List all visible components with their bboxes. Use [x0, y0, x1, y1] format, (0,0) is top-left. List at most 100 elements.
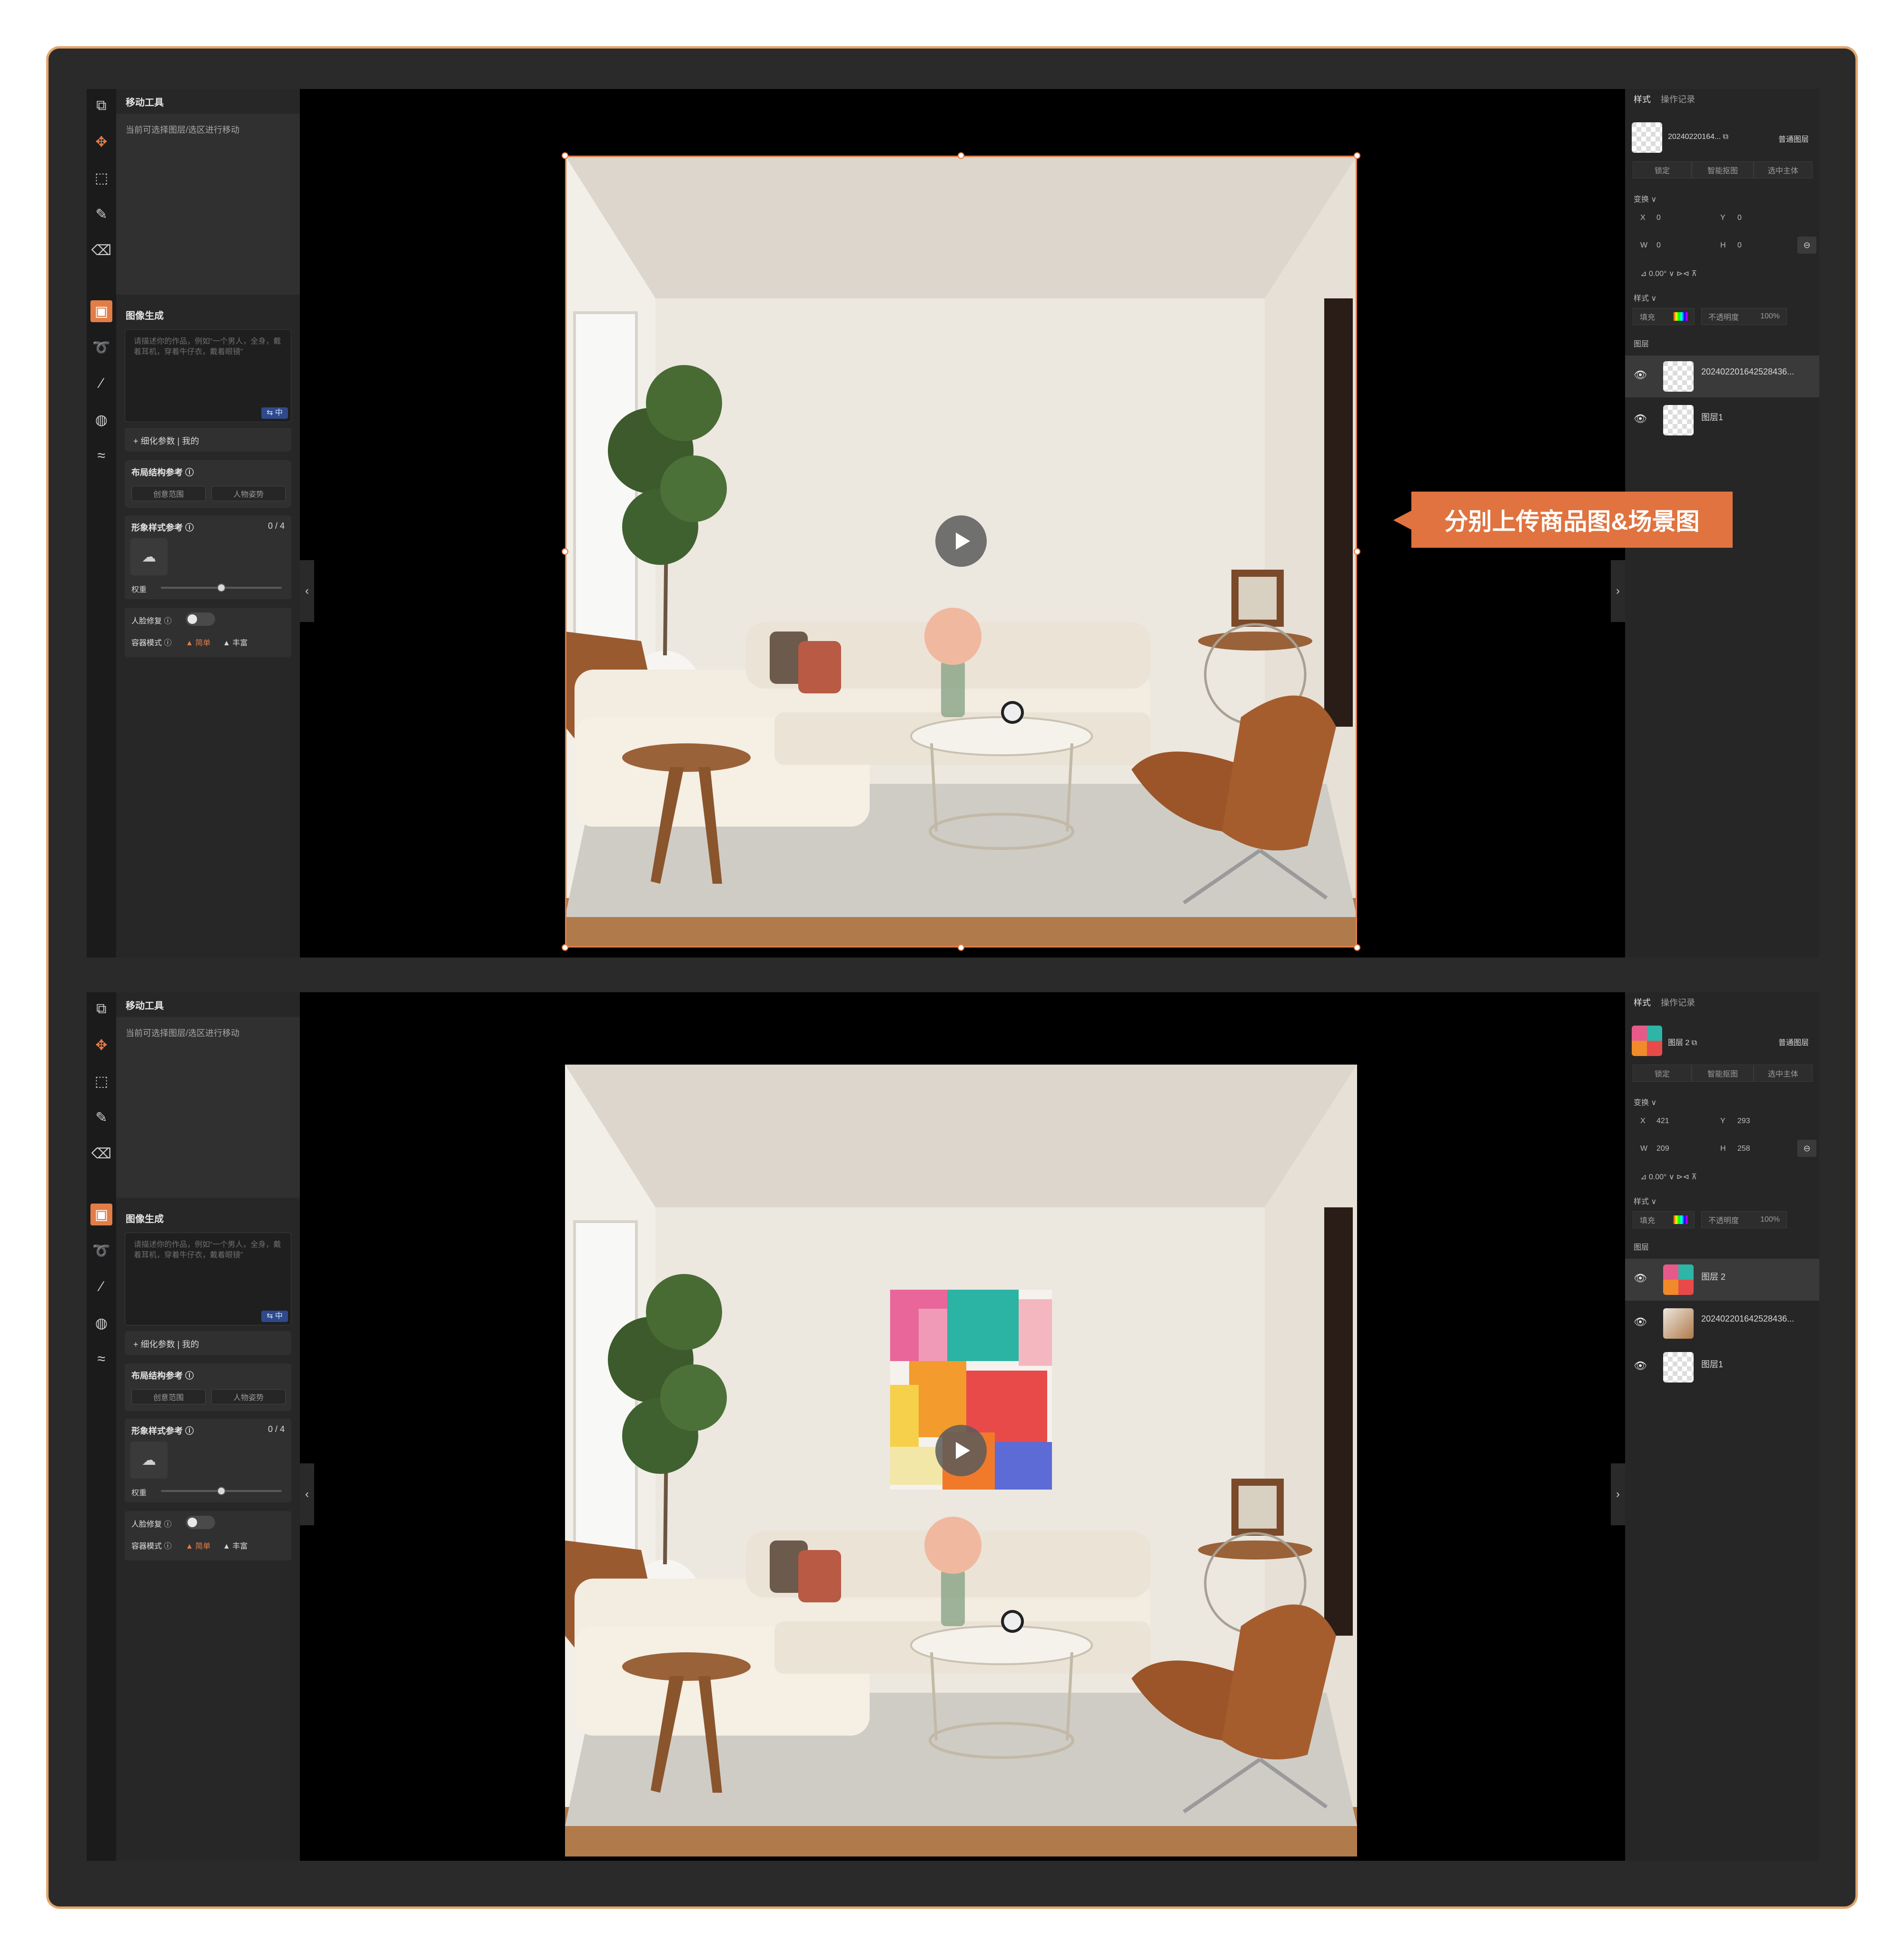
transform-label[interactable]: 变换 ∨	[1634, 193, 1656, 204]
collapse-left-icon[interactable]: ‹	[300, 560, 314, 622]
wave-icon[interactable]: ≈	[90, 1348, 112, 1370]
opacity-field[interactable]: 不透明度 100%	[1701, 1211, 1787, 1228]
smart-cutout-button[interactable]: 智能抠图	[1692, 161, 1754, 178]
face-fix-toggle[interactable]	[186, 1516, 215, 1529]
collapse-left-icon[interactable]: ‹	[300, 1463, 314, 1525]
blend-select[interactable]: 填充	[1633, 1211, 1695, 1228]
quality-option-simple[interactable]: ▲ 简单	[186, 636, 210, 648]
resize-handle[interactable]	[562, 152, 568, 159]
magic-wand-icon[interactable]: ⁄	[90, 373, 112, 395]
language-toggle[interactable]: ⇆ 中	[261, 1311, 288, 1322]
h-value[interactable]: 0	[1737, 241, 1742, 250]
quality-option-rich[interactable]: ▲ 丰富	[223, 1540, 248, 1551]
layer-name: 图层 2	[1701, 1272, 1726, 1282]
current-layer-name[interactable]: 图层 2 ⧉	[1668, 1036, 1697, 1047]
eye-icon[interactable]: 👁	[1634, 413, 1647, 425]
lock-button[interactable]: 锁定	[1633, 1065, 1692, 1082]
image-edit-icon[interactable]: ⧉	[90, 998, 112, 1020]
link-icon[interactable]: ⊖	[1797, 237, 1816, 254]
resize-handle[interactable]	[562, 548, 568, 555]
select-subject-button[interactable]: 选中主体	[1754, 161, 1813, 178]
y-value[interactable]: 0	[1737, 214, 1742, 222]
transform-label[interactable]: 变换 ∨	[1634, 1096, 1656, 1107]
resize-handle[interactable]	[958, 944, 964, 951]
opacity-label: 不透明度	[1708, 314, 1739, 322]
eye-icon[interactable]: 👁	[1634, 1360, 1647, 1372]
language-toggle[interactable]: ⇆ 中	[261, 407, 288, 419]
style-label[interactable]: 样式 ∨	[1634, 1195, 1656, 1206]
layout-option-creative[interactable]: 创意范围	[131, 1389, 206, 1404]
current-layer-name[interactable]: 20240220164... ⧉	[1668, 133, 1728, 141]
collapse-right-icon[interactable]: ›	[1611, 560, 1625, 622]
resize-handle[interactable]	[562, 944, 568, 951]
layer-row[interactable]: 👁 图层1	[1625, 1346, 1819, 1388]
w-value[interactable]: 0	[1656, 241, 1661, 250]
wave-icon[interactable]: ≈	[90, 445, 112, 467]
quality-mode-label: 容器模式 ⓘ	[131, 1542, 172, 1550]
move-tool-hint: 当前可选择图层/选区进行移动	[126, 125, 239, 135]
face-fix-toggle[interactable]	[186, 612, 215, 626]
x-value[interactable]: 421	[1656, 1117, 1669, 1126]
eye-icon[interactable]: 👁	[1634, 369, 1647, 381]
lasso-icon[interactable]: ➰	[90, 336, 112, 358]
y-value[interactable]: 293	[1737, 1117, 1750, 1126]
brush-icon[interactable]: ✎	[90, 1106, 112, 1128]
upload-cloud-icon[interactable]: ☁	[130, 1442, 168, 1479]
refine-params-row[interactable]: + 细化参数 | 我的	[125, 1331, 291, 1355]
angle-row[interactable]: ⊿ 0.00° ∨ ⊳⊲ ⊼	[1640, 1172, 1697, 1182]
lock-button[interactable]: 锁定	[1633, 161, 1692, 178]
magic-wand-icon[interactable]: ⁄	[90, 1276, 112, 1298]
link-icon[interactable]: ⊖	[1797, 1140, 1816, 1157]
resize-handle[interactable]	[1354, 152, 1360, 159]
angle-row[interactable]: ⊿ 0.00° ∨ ⊳⊲ ⊼	[1640, 269, 1697, 278]
image-gen-icon[interactable]: ▣	[90, 300, 112, 322]
resize-handle[interactable]	[1354, 548, 1360, 555]
play-icon[interactable]	[935, 1425, 987, 1476]
w-value[interactable]: 209	[1656, 1145, 1669, 1153]
upload-cloud-icon[interactable]: ☁	[130, 538, 168, 575]
move-icon[interactable]: ✥	[90, 131, 112, 153]
layout-option-creative[interactable]: 创意范围	[131, 486, 206, 501]
marquee-icon[interactable]: ⬚	[90, 1070, 112, 1092]
opacity-field[interactable]: 不透明度 100%	[1701, 308, 1787, 325]
eye-icon[interactable]: 👁	[1634, 1272, 1647, 1284]
quality-option-rich[interactable]: ▲ 丰富	[223, 636, 248, 648]
smart-cutout-button[interactable]: 智能抠图	[1692, 1065, 1754, 1082]
style-label[interactable]: 样式 ∨	[1634, 292, 1656, 303]
layer-row[interactable]: 👁 20240220164252843​6...	[1625, 355, 1819, 397]
refine-params-row[interactable]: + 细化参数 | 我的	[125, 428, 291, 452]
prompt-input[interactable]: 请描述你的作品，例如“一个男人，全身，戴着耳机，穿着牛仔衣，戴着眼镜” ⇆ 中	[125, 329, 291, 422]
layer-row[interactable]: 👁 图层1	[1625, 399, 1819, 441]
quality-option-simple[interactable]: ▲ 简单	[186, 1540, 210, 1551]
weight-slider-thumb[interactable]	[217, 583, 226, 592]
marquee-icon[interactable]: ⬚	[90, 167, 112, 189]
resize-handle[interactable]	[1354, 944, 1360, 951]
tab-history[interactable]: 操作记录	[1661, 998, 1695, 1007]
tab-style[interactable]: 样式	[1634, 95, 1651, 104]
select-subject-button[interactable]: 选中主体	[1754, 1065, 1813, 1082]
eraser-icon[interactable]: ⌫	[90, 239, 112, 261]
x-value[interactable]: 0	[1656, 214, 1661, 222]
eye-icon[interactable]: 👁	[1634, 1316, 1647, 1328]
move-icon[interactable]: ✥	[90, 1034, 112, 1056]
image-edit-icon[interactable]: ⧉	[90, 95, 112, 117]
collapse-right-icon[interactable]: ›	[1611, 1463, 1625, 1525]
tab-history[interactable]: 操作记录	[1661, 95, 1695, 104]
prompt-input[interactable]: 请描述你的作品，例如“一个男人，全身，戴着耳机，穿着牛仔衣，戴着眼镜” ⇆ 中	[125, 1233, 291, 1325]
eraser-icon[interactable]: ⌫	[90, 1143, 112, 1165]
lasso-icon[interactable]: ➰	[90, 1240, 112, 1262]
layer-row[interactable]: 👁 20240220164252843​6...	[1625, 1303, 1819, 1344]
palette-icon[interactable]: ◍	[90, 409, 112, 431]
layer-row[interactable]: 👁 图层 2	[1625, 1259, 1819, 1301]
palette-icon[interactable]: ◍	[90, 1312, 112, 1334]
image-gen-icon[interactable]: ▣	[90, 1204, 112, 1225]
weight-slider-thumb[interactable]	[217, 1487, 226, 1495]
layout-option-pose[interactable]: 人物姿势	[211, 1389, 286, 1404]
tab-style[interactable]: 样式	[1634, 998, 1651, 1007]
resize-handle[interactable]	[958, 152, 964, 159]
h-value[interactable]: 258	[1737, 1145, 1750, 1153]
blend-select[interactable]: 填充	[1633, 308, 1695, 325]
play-icon[interactable]	[935, 515, 987, 567]
layout-option-pose[interactable]: 人物姿势	[211, 486, 286, 501]
brush-icon[interactable]: ✎	[90, 203, 112, 225]
